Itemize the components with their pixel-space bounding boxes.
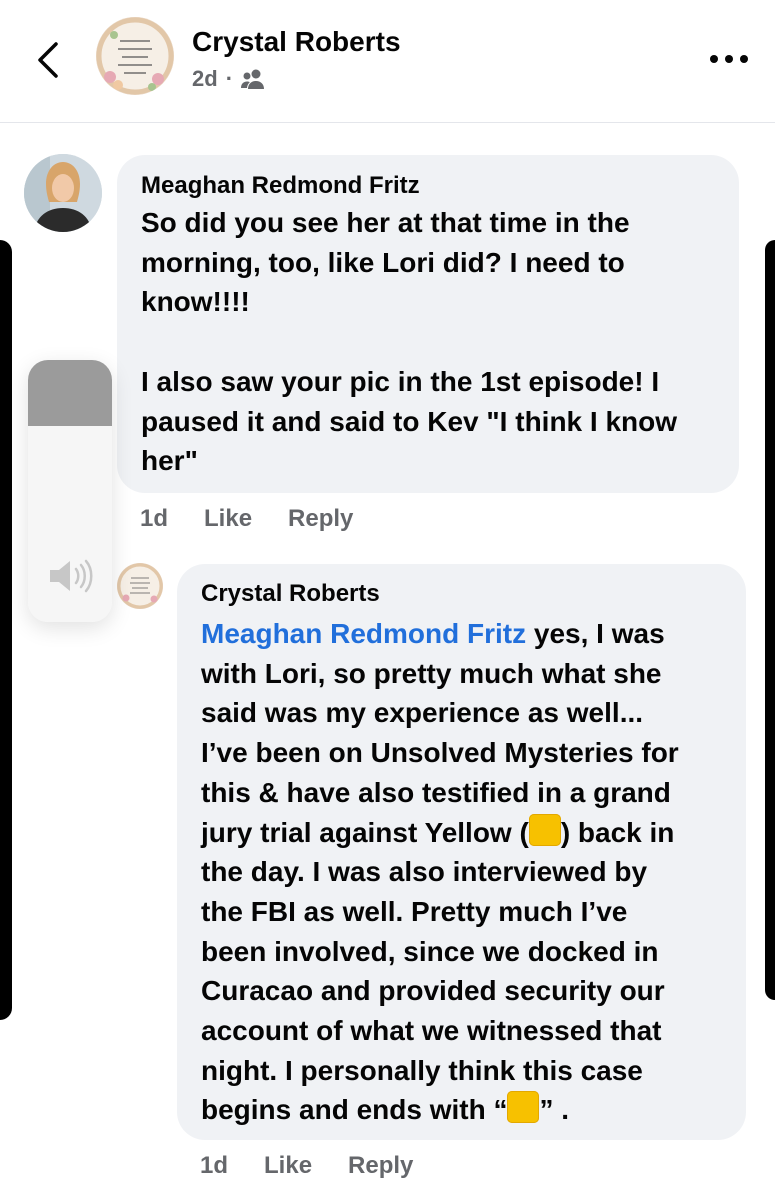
reply-author[interactable]: Crystal Roberts bbox=[201, 580, 380, 608]
reply-line: Meaghan Redmond Fritz yes, I was bbox=[201, 614, 741, 654]
reply-line: Curacao and provided security our bbox=[201, 975, 665, 1007]
reply-line: with Lori, so pretty much what she bbox=[201, 657, 662, 689]
comment-line bbox=[141, 322, 736, 362]
reply-line: been involved, since we docked in bbox=[201, 935, 659, 967]
reply-line: said was my experience as well... bbox=[201, 697, 644, 729]
reply-line: the day. I was also interviewed by bbox=[201, 856, 648, 888]
reply-line: this & have also testified in a grand bbox=[201, 776, 671, 808]
mention-link[interactable]: Meaghan Redmond Fritz bbox=[201, 618, 526, 649]
commenter-avatar[interactable] bbox=[24, 154, 102, 232]
reply-button[interactable]: Reply bbox=[348, 1152, 413, 1180]
yellow-square-emoji bbox=[528, 813, 561, 846]
comment-author[interactable]: Meaghan Redmond Fritz bbox=[141, 172, 420, 200]
reply-line-rest: yes, I was bbox=[526, 618, 665, 649]
post-time[interactable]: 2d bbox=[192, 66, 218, 92]
chevron-left-icon bbox=[38, 42, 58, 78]
yellow-square-emoji bbox=[507, 1091, 540, 1124]
more-options-button[interactable] bbox=[704, 44, 754, 74]
meta-separator: · bbox=[225, 66, 234, 91]
reply-line: the FBI as well. Pretty much I’ve bbox=[201, 895, 628, 927]
reply-text: Meaghan Redmond Fritz yes, I was with Lo… bbox=[201, 614, 741, 1130]
reply-line: account of what we witnessed that bbox=[201, 1015, 662, 1047]
more-horizontal-icon bbox=[710, 55, 748, 63]
reply-author-avatar[interactable] bbox=[117, 563, 163, 609]
reply-line-part: begins and ends with “ bbox=[201, 1094, 508, 1126]
like-button[interactable]: Like bbox=[204, 505, 252, 533]
reply-line: begins and ends with “ ” . bbox=[201, 1090, 741, 1130]
comment-line: her" bbox=[141, 445, 198, 477]
comment-line: paused it and said to Kev "I think I kno… bbox=[141, 405, 678, 437]
comment-line: I also saw your pic in the 1st episode! … bbox=[141, 365, 660, 397]
reply-line-part: jury trial against Yellow ( bbox=[201, 816, 529, 848]
comment-line: So did you see her at that time in the bbox=[141, 207, 630, 238]
reply-line: jury trial against Yellow ( ) back in bbox=[201, 813, 741, 853]
reply-bubble: Crystal Roberts Meaghan Redmond Fritz ye… bbox=[177, 564, 746, 1140]
screen-edge-left bbox=[0, 240, 12, 1020]
comment-time[interactable]: 1d bbox=[140, 505, 168, 533]
back-button[interactable] bbox=[30, 36, 66, 84]
like-button[interactable]: Like bbox=[264, 1152, 312, 1180]
comment-line: morning, too, like Lori did? I need to bbox=[141, 246, 625, 278]
comment-actions: 1d Like Reply bbox=[140, 505, 353, 533]
volume-indicator[interactable] bbox=[28, 360, 112, 622]
reply-line-part: ” . bbox=[539, 1094, 570, 1126]
author-avatar[interactable] bbox=[96, 17, 174, 95]
reply-line: night. I personally think this case bbox=[201, 1054, 643, 1086]
author-name[interactable]: Crystal Roberts bbox=[192, 26, 401, 58]
post-meta: 2d · bbox=[192, 66, 265, 92]
post-header: Crystal Roberts 2d · bbox=[0, 0, 775, 123]
reply-actions: 1d Like Reply bbox=[200, 1152, 413, 1180]
reply-line-part: ) back in bbox=[560, 816, 675, 848]
friends-icon bbox=[241, 69, 265, 89]
volume-muted-portion bbox=[28, 360, 112, 426]
comment-text: So did you see her at that time in the m… bbox=[141, 203, 736, 481]
comment-line: know!!!! bbox=[141, 286, 250, 318]
comment-bubble: Meaghan Redmond Fritz So did you see her… bbox=[117, 155, 739, 493]
reply-line: I’ve been on Unsolved Mysteries for bbox=[201, 737, 679, 769]
screen-edge-right bbox=[765, 240, 775, 1000]
reply-time[interactable]: 1d bbox=[200, 1152, 228, 1180]
reply-button[interactable]: Reply bbox=[288, 505, 353, 533]
speaker-volume-icon bbox=[50, 559, 93, 593]
